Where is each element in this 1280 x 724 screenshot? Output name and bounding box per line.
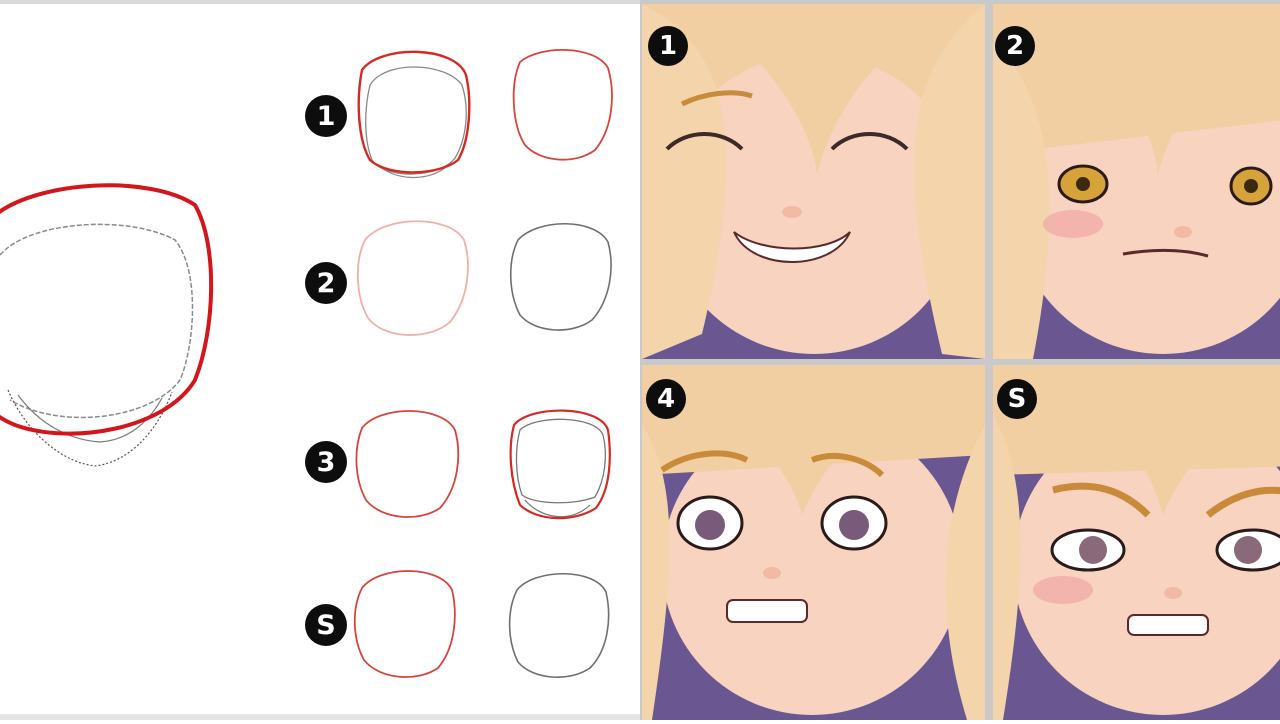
expression-sad-image: 2 <box>993 4 1280 359</box>
large-head-diagram <box>0 183 214 467</box>
head-shape-guide-panel: 1 2 3 S <box>0 0 640 720</box>
expression-badge-4: 4 <box>646 379 686 419</box>
step-badge-1: 1 <box>305 95 347 137</box>
bottom-border <box>0 714 640 720</box>
step-1-drawings <box>357 49 613 179</box>
step-1-result-head <box>512 49 613 161</box>
expression-happy-image: 1 <box>642 4 985 359</box>
step-3-drawings <box>355 409 611 520</box>
step-2-drawings <box>356 220 612 336</box>
large-inner-gray-outline <box>0 223 194 419</box>
step-4-drawings <box>353 570 610 678</box>
large-jaw-outline-2 <box>17 394 163 443</box>
expression-badge-2: 2 <box>995 26 1035 66</box>
step-3-gray-inner <box>515 418 607 504</box>
step-1-red-guide <box>357 50 471 174</box>
expression-badge-1: 1 <box>648 26 688 66</box>
expression-angry-image: S <box>993 365 1280 720</box>
step-4-red-head <box>353 570 456 678</box>
step-1-gray-head <box>365 66 467 175</box>
large-red-guide-shape <box>0 183 214 436</box>
step-badge-3: 3 <box>305 441 347 483</box>
step-2-pink-head <box>356 220 469 336</box>
step-2-gray-head <box>509 223 612 331</box>
step-badge-4: S <box>305 604 347 646</box>
step-4-gray-head <box>508 573 610 678</box>
step-3-red-head <box>355 410 460 518</box>
expression-scared-image: 4 <box>642 365 985 720</box>
expression-examples-grid: 1 2 4 S <box>640 0 1280 720</box>
step-badge-2: 2 <box>305 262 347 304</box>
expression-badge-5: S <box>997 379 1037 419</box>
